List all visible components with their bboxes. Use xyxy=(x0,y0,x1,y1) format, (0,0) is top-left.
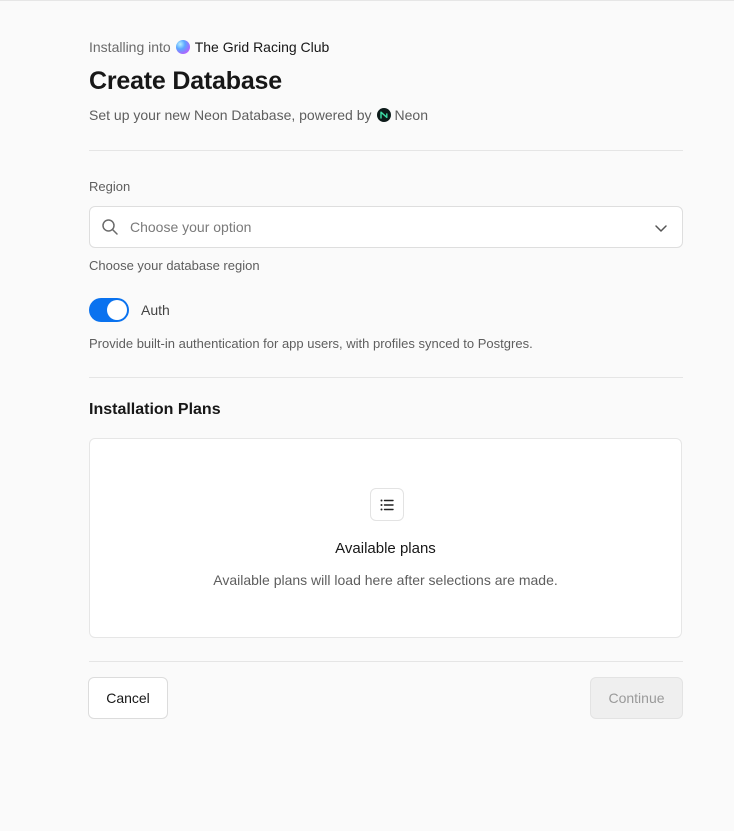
auth-label: Auth xyxy=(141,302,170,318)
auth-toggle[interactable] xyxy=(89,298,129,322)
cancel-button[interactable]: Cancel xyxy=(88,677,168,719)
installing-into-line: Installing into The Grid Racing Club xyxy=(89,39,329,55)
search-icon xyxy=(102,219,118,235)
installation-plans-title: Installation Plans xyxy=(89,401,221,418)
header-divider xyxy=(89,150,683,151)
toggle-knob xyxy=(107,300,127,320)
section-divider xyxy=(89,377,683,378)
plans-empty-description: Available plans will load here after sel… xyxy=(213,572,558,588)
auth-help-text: Provide built-in authentication for app … xyxy=(89,336,533,351)
continue-button[interactable]: Continue xyxy=(590,677,683,719)
provider-name: Neon xyxy=(394,107,428,123)
chevron-down-icon xyxy=(655,225,667,232)
installing-prefix: Installing into xyxy=(89,39,171,55)
plans-empty-heading: Available plans xyxy=(335,540,436,557)
team-avatar-icon xyxy=(175,40,190,54)
page-subtitle: Set up your new Neon Database, powered b… xyxy=(89,107,428,123)
region-select[interactable]: Choose your option xyxy=(89,206,683,248)
subtitle-text: Set up your new Neon Database, powered b… xyxy=(89,107,372,123)
plans-empty-state: Available plans Available plans will loa… xyxy=(89,438,682,638)
team-name: The Grid Racing Club xyxy=(194,39,330,55)
region-help-text: Choose your database region xyxy=(89,258,260,273)
neon-logo-icon xyxy=(376,108,391,122)
list-icon xyxy=(370,488,404,521)
region-placeholder: Choose your option xyxy=(130,219,252,235)
footer-divider xyxy=(89,661,683,662)
integration-dialog: Installing into The Grid Racing Club Cre… xyxy=(0,0,734,831)
page-title: Create Database xyxy=(89,67,282,95)
region-label: Region xyxy=(89,179,131,194)
